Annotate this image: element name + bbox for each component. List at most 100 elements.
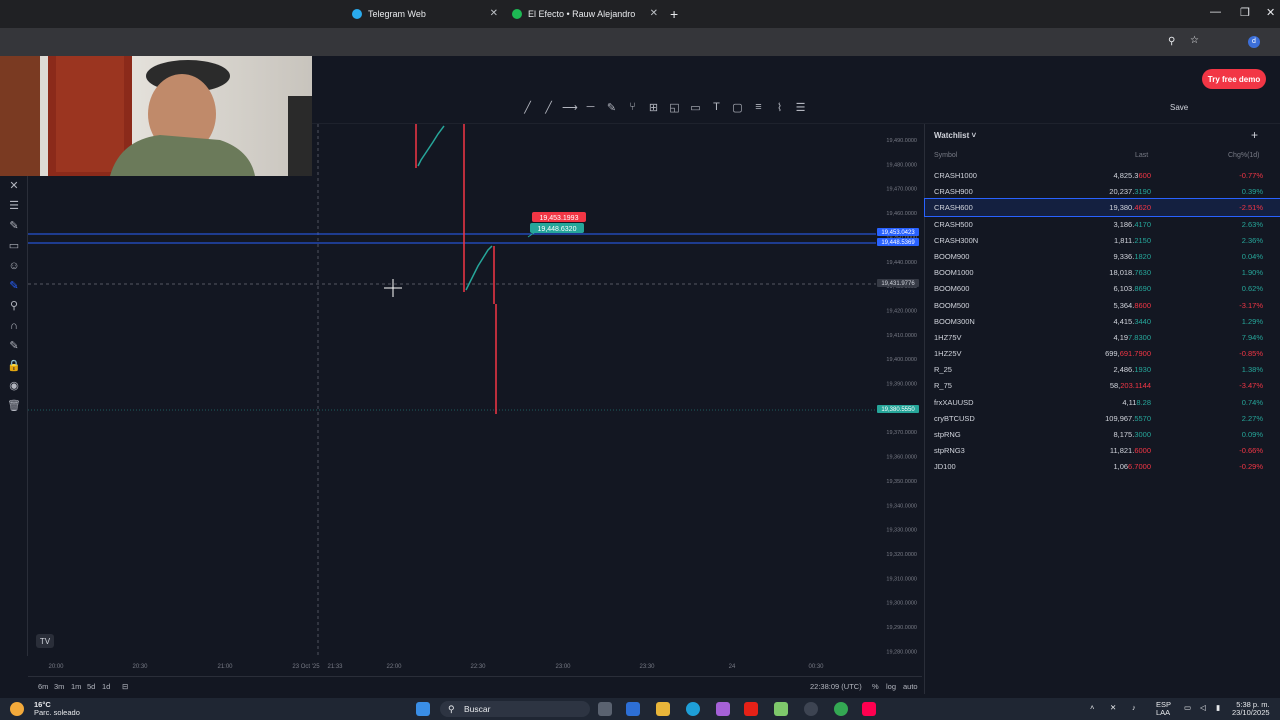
text-icon[interactable]: T bbox=[709, 101, 724, 119]
tray-mic-icon[interactable]: ♪ bbox=[1132, 704, 1136, 712]
range-3m[interactable]: 3m bbox=[54, 682, 64, 691]
taskbar-clock[interactable]: 5:38 p. m. 23/10/2025 bbox=[1232, 701, 1270, 717]
range-1d[interactable]: 1d bbox=[102, 682, 110, 691]
watchlist-row[interactable]: 1HZ75V 4,197.8300 7.94% bbox=[925, 329, 1280, 345]
maximize-icon[interactable]: ❐ bbox=[1240, 6, 1250, 19]
windows-start-icon[interactable] bbox=[416, 702, 430, 716]
lines-tool-icon[interactable]: ☰ bbox=[0, 196, 28, 216]
percent-toggle[interactable]: % bbox=[872, 682, 879, 691]
chrome-icon[interactable] bbox=[834, 702, 848, 716]
watchlist-row[interactable]: CRASH300N 1,811.2150 2.36% bbox=[925, 232, 1280, 248]
try-free-demo-button[interactable]: Try free demo bbox=[1202, 69, 1266, 89]
watchlist-row[interactable]: stpRNG 8,175.3000 0.09% bbox=[925, 426, 1280, 442]
price-chart[interactable]: 19,453.1993 19,448.6320 TV bbox=[28, 124, 876, 656]
emoji-tool-icon[interactable]: ☺ bbox=[0, 256, 28, 276]
note-icon[interactable]: ▭ bbox=[688, 101, 703, 119]
minimize-icon[interactable]: — bbox=[1210, 6, 1221, 18]
tab-spotify[interactable]: El Efecto • Rauw Alejandro ✕ bbox=[512, 2, 658, 26]
store-icon[interactable] bbox=[626, 702, 640, 716]
pattern-icon[interactable]: ⊞ bbox=[646, 101, 661, 119]
zoom-tool-icon[interactable]: ⚲ bbox=[0, 296, 28, 316]
watchlist-row[interactable]: BOOM900 9,336.1820 0.04% bbox=[925, 248, 1280, 264]
log-toggle[interactable]: log bbox=[886, 682, 896, 691]
watchlist-row[interactable]: R_25 2,486.1930 1.38% bbox=[925, 361, 1280, 377]
watchlist-row[interactable]: cryBTCUSD 109,967.5570 2.27% bbox=[925, 410, 1280, 426]
callout-icon[interactable]: ◱ bbox=[667, 101, 682, 119]
new-tab-button[interactable]: + bbox=[670, 2, 684, 26]
cross-tool-icon[interactable]: ✕ bbox=[0, 176, 28, 196]
note-tool-icon[interactable]: ▭ bbox=[0, 236, 28, 256]
watchlist-row[interactable]: CRASH900 20,237.3190 0.39% bbox=[925, 183, 1280, 199]
pen-tool-icon[interactable]: ✎ bbox=[0, 216, 28, 236]
add-symbol-icon[interactable]: + bbox=[1251, 128, 1258, 142]
close-icon[interactable]: ✕ bbox=[490, 8, 498, 19]
ray-icon[interactable]: ╱ bbox=[541, 101, 556, 119]
drawing-mode-icon[interactable]: ✎ bbox=[0, 336, 28, 356]
tray-mute-icon[interactable]: ✕ bbox=[1110, 704, 1116, 712]
watchlist-row[interactable]: 1HZ25V 699,691.7900 -0.85% bbox=[925, 345, 1280, 361]
settings-icon[interactable] bbox=[804, 702, 818, 716]
rectangle-icon[interactable]: ▢ bbox=[730, 101, 745, 119]
eye-icon[interactable]: ◉ bbox=[0, 376, 28, 396]
watchlist-title[interactable]: Watchlist ˅ bbox=[934, 131, 976, 140]
brush-active-icon[interactable]: ✎ bbox=[0, 276, 28, 296]
watchlist-row[interactable]: stpRNG3 11,821.6000 -0.66% bbox=[925, 442, 1280, 458]
time-axis[interactable]: 20:00 20:30 21:00 23 Oct '25 21:33 22:00 22:30… bbox=[28, 656, 922, 676]
close-window-icon[interactable]: ✕ bbox=[1266, 6, 1275, 19]
taskbar-search[interactable]: ⚲ Buscar bbox=[440, 701, 590, 717]
header-symbol[interactable]: Symbol bbox=[934, 152, 957, 159]
watchlist-row[interactable]: CRASH1000 4,825.3600 -0.77% bbox=[925, 167, 1280, 183]
language-indicator[interactable]: ESP LAA bbox=[1156, 701, 1171, 717]
watchlist-row[interactable]: BOOM600 6,103.8690 0.62% bbox=[925, 280, 1280, 296]
watchlist-row[interactable]: BOOM1000 18,018.7630 1.90% bbox=[925, 264, 1280, 280]
magnet-icon[interactable]: ∩ bbox=[0, 316, 28, 336]
address-bar[interactable]: ⚲ ☆ d bbox=[0, 28, 1280, 56]
app-icon[interactable] bbox=[774, 702, 788, 716]
save-button[interactable]: Save bbox=[1170, 103, 1188, 112]
horizontal-ray-icon[interactable]: ⟶ bbox=[562, 101, 578, 119]
price-tick: 19,300.0000 bbox=[886, 601, 917, 607]
pitchfork-icon[interactable]: ⑂ bbox=[625, 101, 640, 119]
tray-battery-icon[interactable]: ▮ bbox=[1216, 704, 1220, 712]
copilot-icon[interactable] bbox=[716, 702, 730, 716]
watchlist-row[interactable]: CRASH500 3,186.4170 2.63% bbox=[925, 216, 1280, 232]
utc-clock[interactable]: 22:38:09 (UTC) bbox=[810, 682, 862, 691]
bookmark-star-icon[interactable]: ☆ bbox=[1190, 35, 1199, 46]
tray-chevron-icon[interactable]: ˄ bbox=[1090, 704, 1094, 712]
tray-volume-icon[interactable]: ◁ bbox=[1200, 704, 1206, 712]
file-explorer-icon[interactable] bbox=[656, 702, 670, 716]
close-icon[interactable]: ✕ bbox=[650, 8, 658, 19]
header-last[interactable]: Last bbox=[1135, 152, 1148, 159]
watchlist-row[interactable]: CRASH600 19,380.4620 -2.51% bbox=[924, 198, 1280, 217]
brush-icon[interactable]: ✎ bbox=[604, 101, 619, 119]
range-6m[interactable]: 6m bbox=[38, 682, 48, 691]
profile-avatar[interactable]: d bbox=[1248, 36, 1260, 48]
range-1m[interactable]: 1m bbox=[71, 682, 81, 691]
watchlist-row[interactable]: frxXAUUSD 4,118.28 0.74% bbox=[925, 394, 1280, 410]
lock-icon[interactable]: 🔒 bbox=[0, 356, 28, 376]
trend-line-icon[interactable]: ╱ bbox=[520, 101, 535, 119]
watchlist-row[interactable]: BOOM500 5,364.8600 -3.17% bbox=[925, 297, 1280, 313]
youtube-icon[interactable] bbox=[744, 702, 758, 716]
tab-telegram[interactable]: Telegram Web ✕ bbox=[352, 2, 498, 26]
task-view-icon[interactable] bbox=[598, 702, 612, 716]
zoom-icon[interactable]: ⚲ bbox=[1168, 36, 1175, 47]
auto-toggle[interactable]: auto bbox=[903, 682, 918, 691]
menu-icon[interactable]: ☰ bbox=[793, 101, 808, 119]
row-change: -3.17% bbox=[1239, 300, 1263, 310]
watchlist-row[interactable]: JD100 1,066.7000 -0.29% bbox=[925, 458, 1280, 474]
horizontal-line-icon[interactable]: ─ bbox=[583, 101, 598, 119]
edge-icon[interactable] bbox=[686, 702, 700, 716]
weather-widget[interactable]: 16°C Parc. soleado bbox=[34, 701, 80, 717]
header-chg[interactable]: Chg%(1d) bbox=[1228, 152, 1260, 159]
trash-icon[interactable]: 🗑 bbox=[0, 396, 28, 416]
tiktok-icon[interactable] bbox=[862, 702, 876, 716]
price-axis[interactable]: 19,490.0000 19,480.0000 19,470.0000 19,460.… bbox=[876, 124, 922, 656]
tray-display-icon[interactable]: ▭ bbox=[1184, 704, 1191, 712]
date-range-icon[interactable]: ⊟ bbox=[122, 682, 128, 691]
watchlist-row[interactable]: R_75 58,203.1144 -3.47% bbox=[925, 377, 1280, 393]
watchlist-row[interactable]: BOOM300N 4,415.3440 1.29% bbox=[925, 313, 1280, 329]
range-5d[interactable]: 5d bbox=[87, 682, 95, 691]
fib-icon[interactable]: ≡ bbox=[751, 101, 766, 119]
path-icon[interactable]: ⌇ bbox=[772, 101, 787, 119]
